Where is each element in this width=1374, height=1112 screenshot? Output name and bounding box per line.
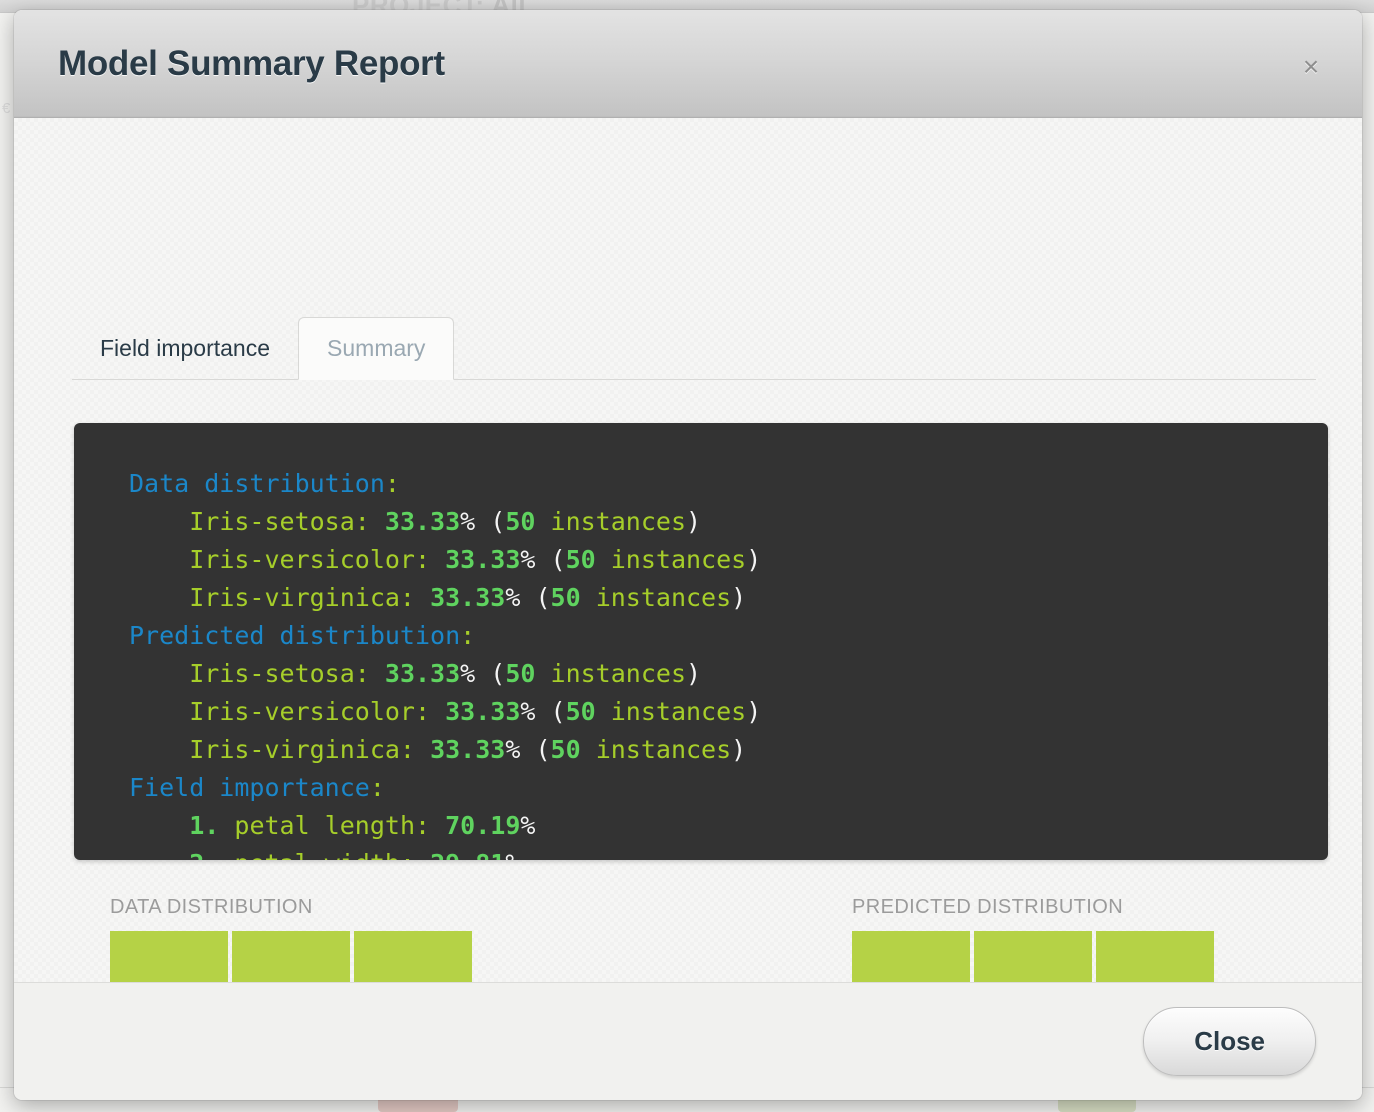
modal-body: Field importanceSummary Data distributio…	[14, 118, 1362, 982]
data-distribution-title: DATA DISTRIBUTION	[110, 896, 580, 919]
summary-code-panel[interactable]: Data distribution: Iris-setosa: 33.33% (…	[74, 423, 1328, 860]
tab-summary[interactable]: Summary	[298, 317, 454, 380]
predicted-distribution-bars	[852, 931, 1322, 982]
distribution-bar[interactable]	[232, 931, 350, 982]
close-icon[interactable]: ×	[1296, 52, 1326, 82]
modal-footer: Close	[14, 982, 1362, 1100]
summary-code-text: Data distribution: Iris-setosa: 33.33% (…	[74, 423, 1328, 860]
close-button[interactable]: Close	[1143, 1007, 1316, 1076]
model-summary-report-modal: Model Summary Report × Field importanceS…	[14, 10, 1362, 1100]
distribution-bar[interactable]	[354, 931, 472, 982]
data-distribution-group: DATA DISTRIBUTION	[110, 896, 580, 982]
tab-bar: Field importanceSummary	[72, 308, 1316, 380]
predicted-distribution-group: PREDICTED DISTRIBUTION	[852, 896, 1322, 982]
data-distribution-bars	[110, 931, 580, 982]
distribution-bar[interactable]	[110, 931, 228, 982]
distribution-bar[interactable]	[974, 931, 1092, 982]
distribution-bar[interactable]	[852, 931, 970, 982]
page-title: Model Summary Report	[58, 44, 445, 84]
predicted-distribution-title: PREDICTED DISTRIBUTION	[852, 896, 1322, 919]
modal-header: Model Summary Report ×	[14, 10, 1362, 118]
tab-field-importance[interactable]: Field importance	[72, 318, 298, 379]
distribution-bar[interactable]	[1096, 931, 1214, 982]
background-euro-icon: €	[2, 100, 10, 117]
